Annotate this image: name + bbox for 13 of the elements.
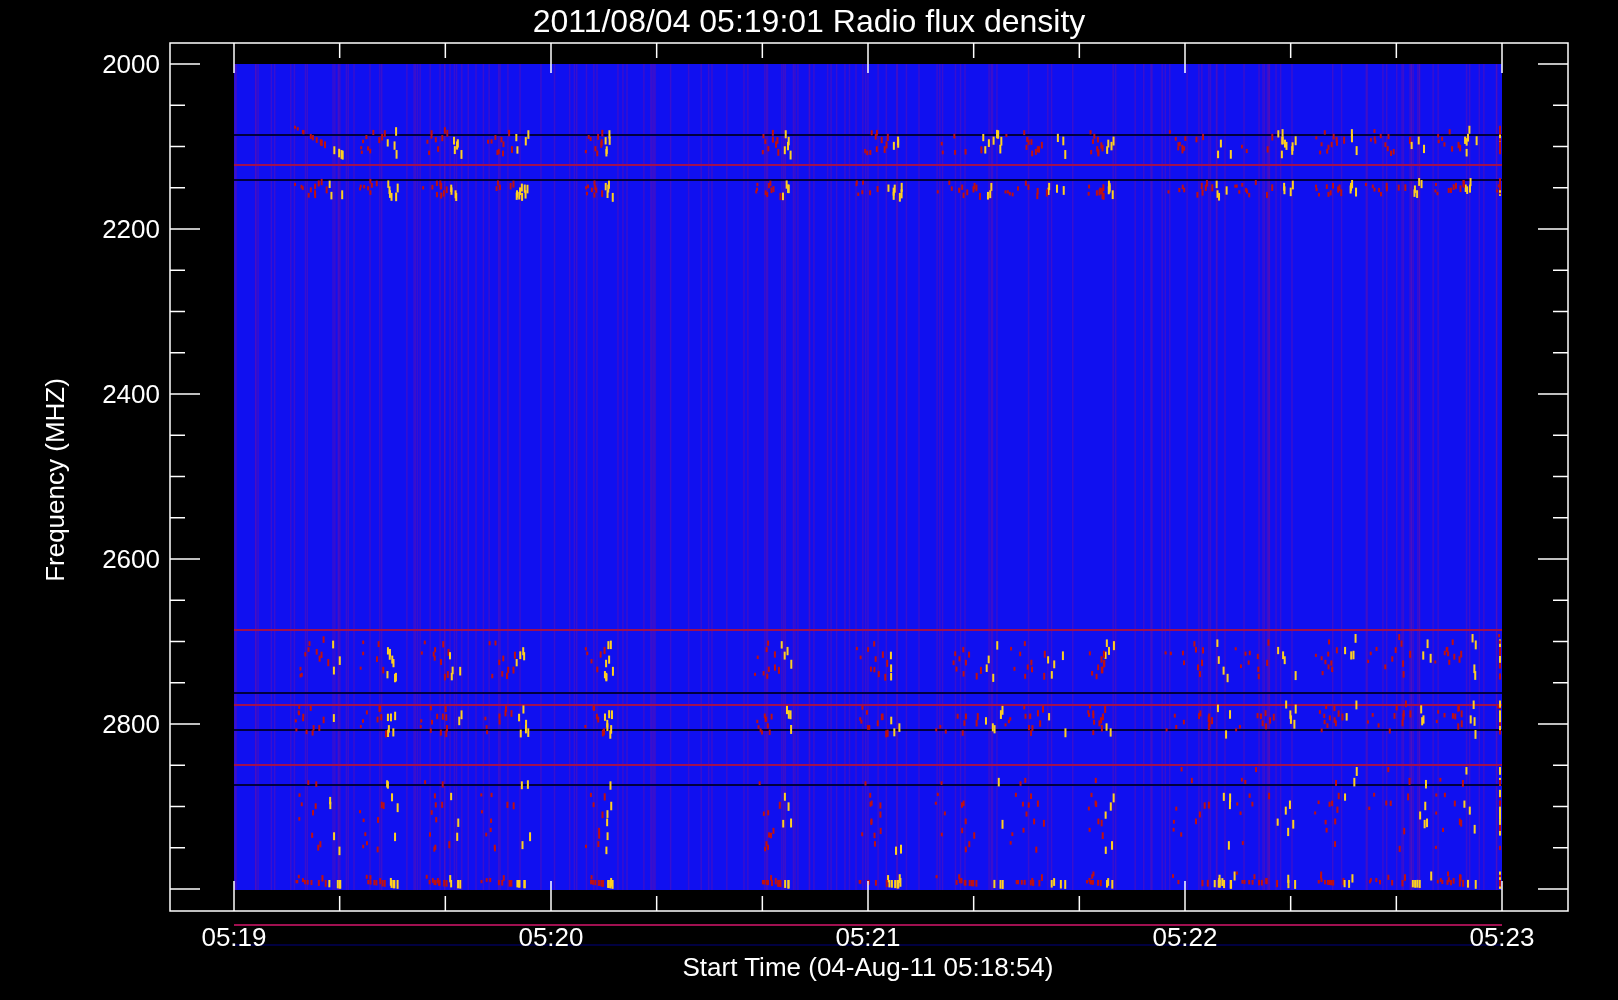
x-tick-label: 05:19: [201, 922, 267, 952]
y-axis-label: Frequency (MHZ): [40, 378, 70, 582]
y-tick-label: 2200: [102, 214, 160, 244]
y-tick-label: 2600: [102, 544, 160, 574]
x-tick-label: 05:21: [835, 922, 901, 952]
x-axis-label: Start Time (04-Aug-11 05:18:54): [682, 952, 1054, 982]
x-tick-label: 05:22: [1152, 922, 1218, 952]
y-tick-label: 2000: [102, 49, 160, 79]
x-tick-label: 05:23: [1469, 922, 1535, 952]
y-tick-label: 2800: [102, 709, 160, 739]
x-tick-label: 05:20: [518, 922, 584, 952]
chart-title: 2011/08/04 05:19:01 Radio flux density: [532, 3, 1086, 39]
y-tick-label: 2400: [102, 379, 160, 409]
